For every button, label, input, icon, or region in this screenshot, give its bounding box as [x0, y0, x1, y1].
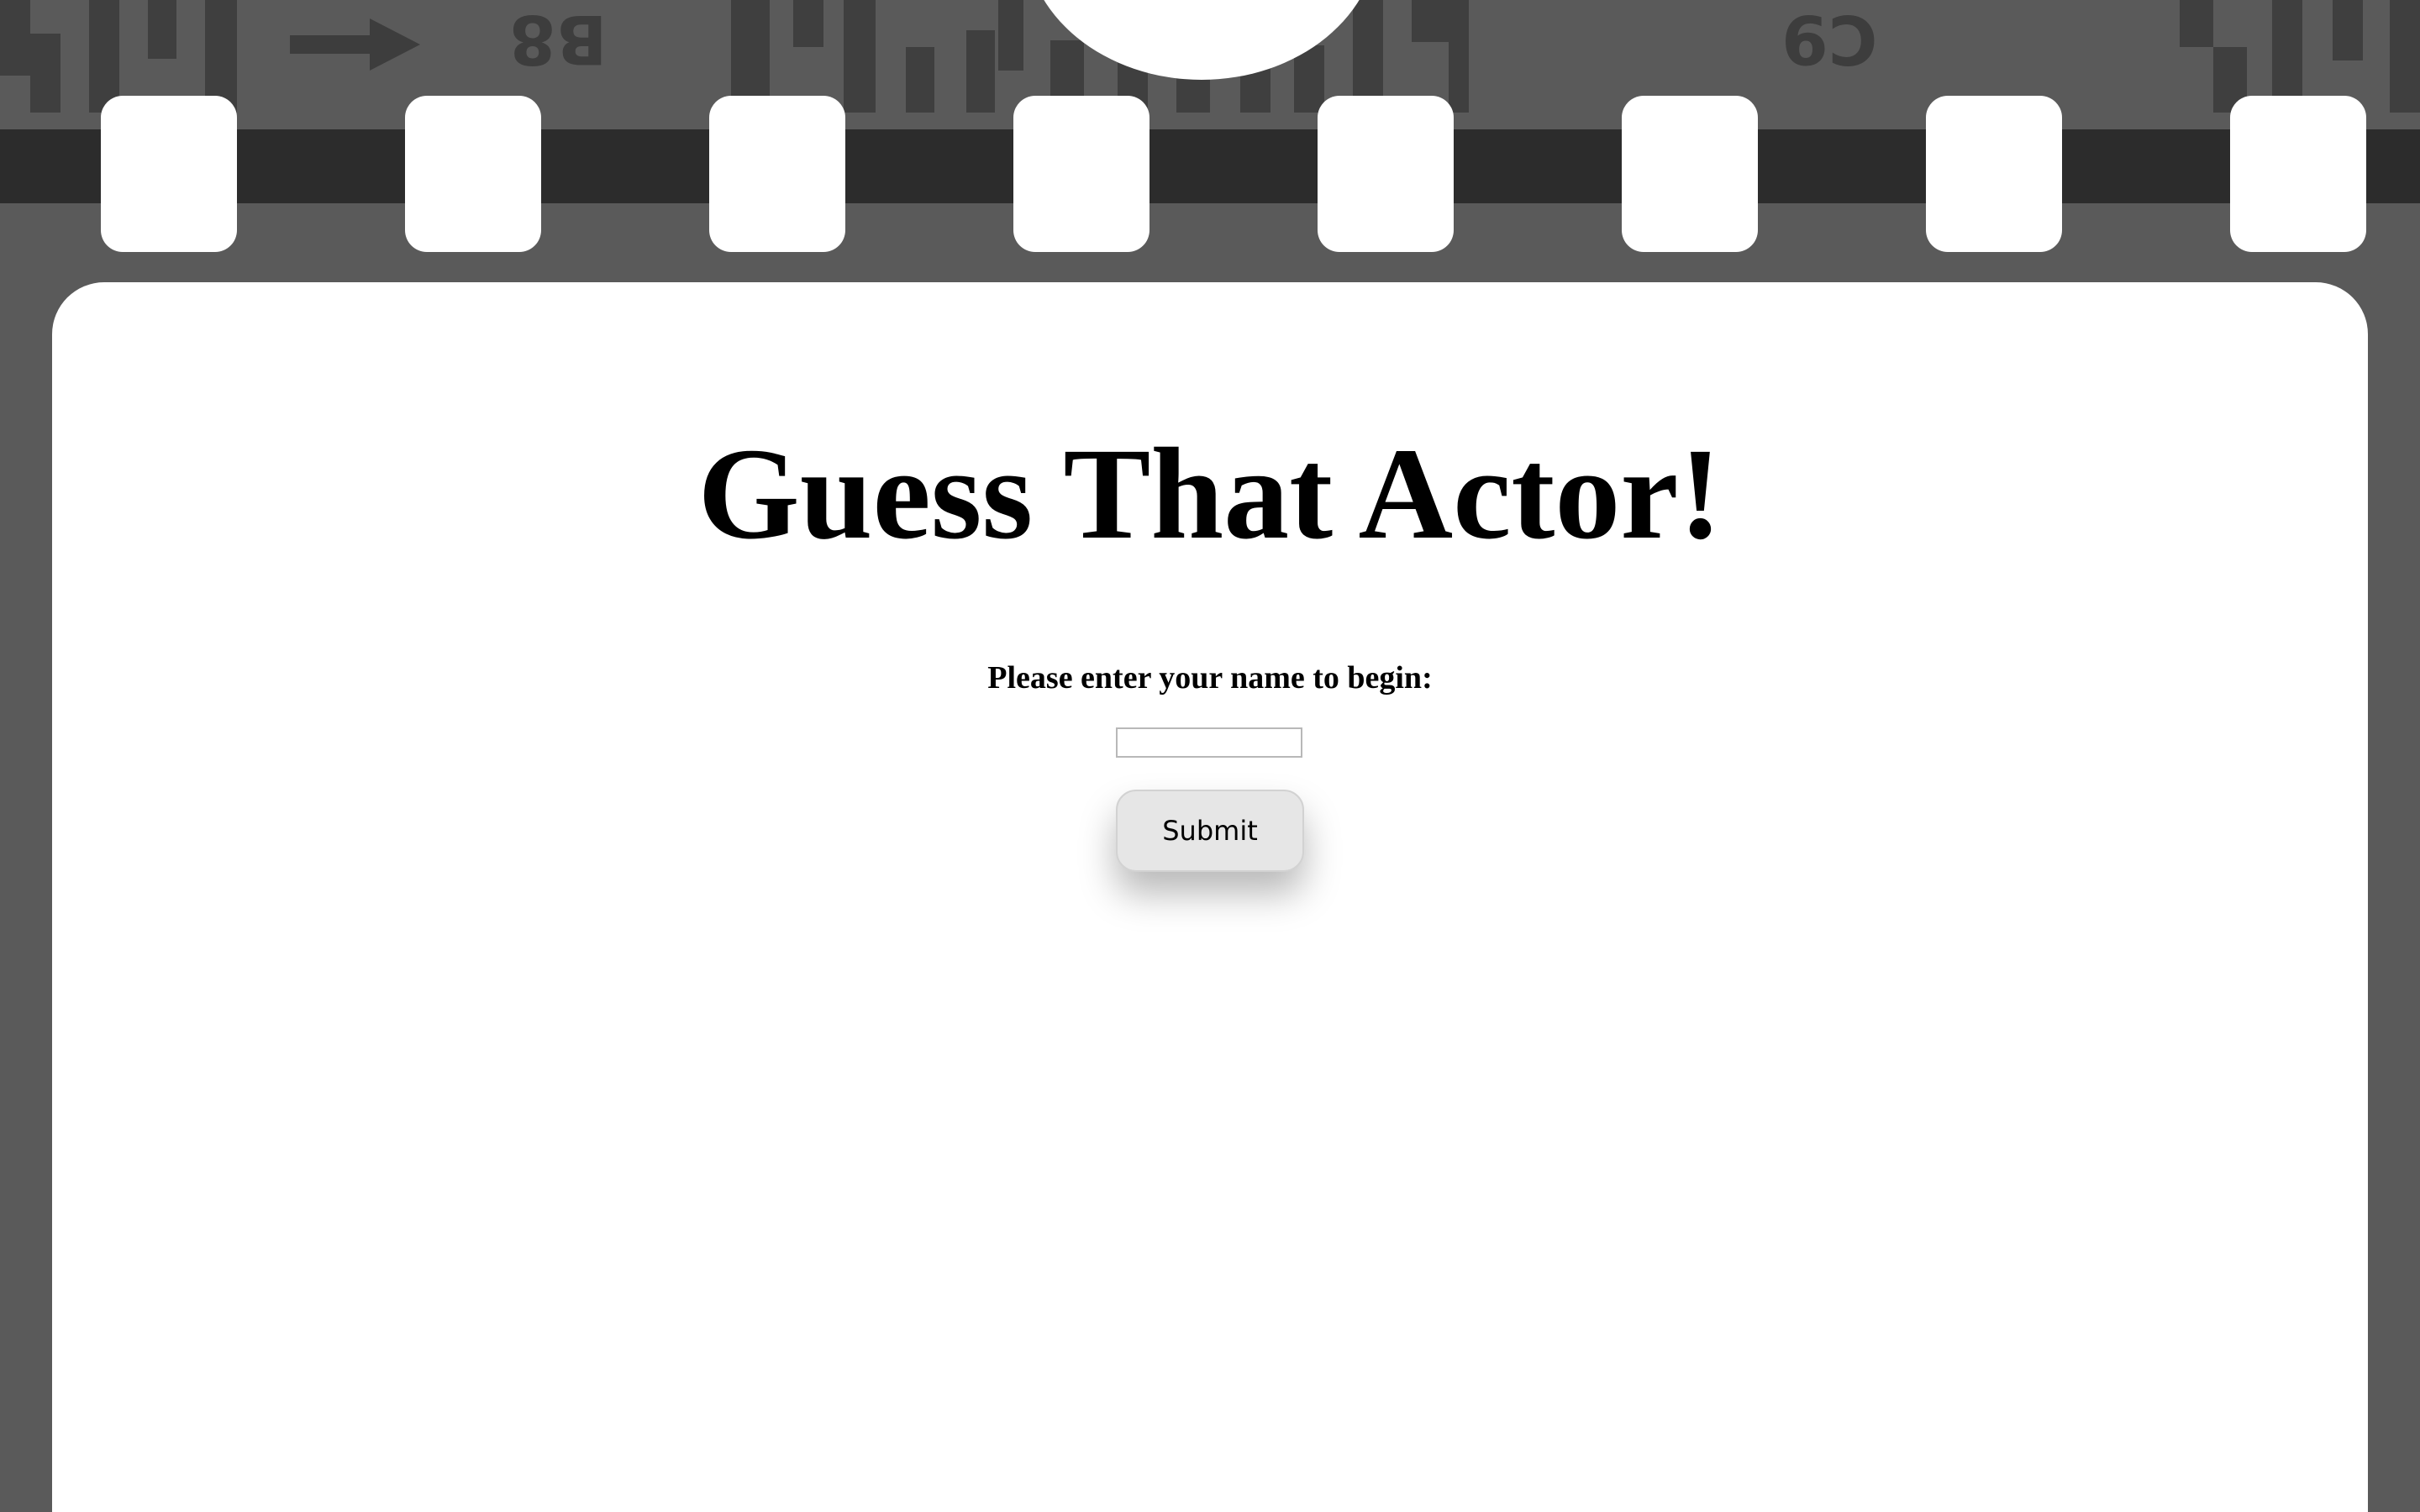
page-title: Guess That Actor!	[697, 421, 1723, 566]
film-sprocket-hole	[1013, 96, 1150, 252]
film-sprocket-hole	[101, 96, 237, 252]
film-sprocket-hole	[405, 96, 541, 252]
film-sprocket-hole	[1622, 96, 1758, 252]
film-edge-code-1: B8	[509, 0, 608, 78]
name-prompt-label: Please enter your name to begin:	[987, 660, 1433, 696]
film-sprocket-hole	[709, 96, 845, 252]
name-input[interactable]	[1116, 727, 1302, 758]
film-sprocket-hole	[2230, 96, 2366, 252]
film-sprocket-hole	[1318, 96, 1454, 252]
film-strip: B8 C9	[0, 0, 2420, 277]
film-arrow-head-icon	[370, 18, 420, 71]
submit-button[interactable]: Submit	[1116, 790, 1304, 872]
film-sprocket-hole	[1926, 96, 2062, 252]
page: B8 C9 Guess That Actor! Please enter you…	[0, 0, 2420, 1512]
film-arrow-icon	[290, 35, 374, 54]
film-edge-code-2: C9	[1781, 0, 1878, 78]
